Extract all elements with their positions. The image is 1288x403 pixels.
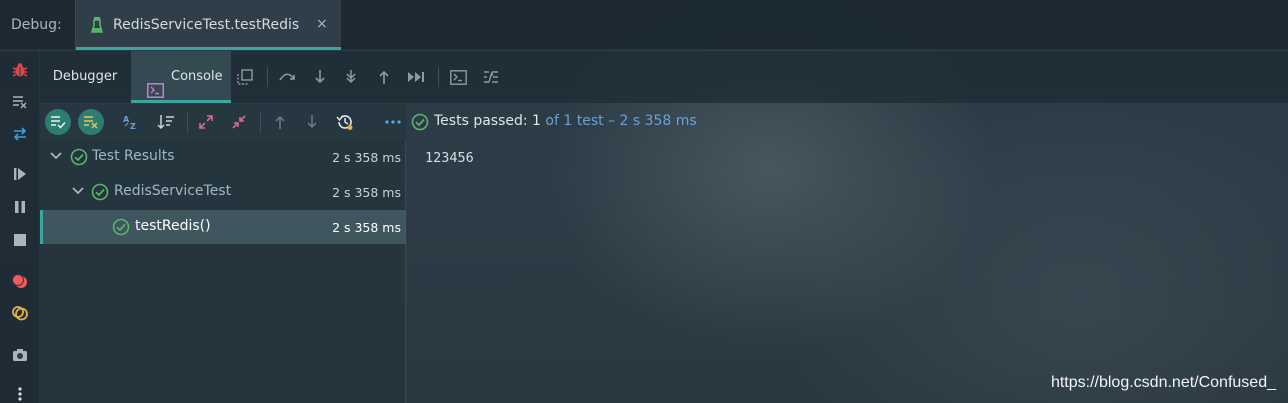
tree-node-suite[interactable]: RedisServiceTest 2 s 358 ms bbox=[40, 175, 406, 209]
debug-tool-window-header: Debug: RedisServiceTest.testRedis × bbox=[0, 0, 1288, 50]
tests-passed-status: Tests passed: 1 of 1 test – 2 s 358 ms bbox=[434, 113, 697, 129]
divider bbox=[187, 112, 188, 132]
camera-icon[interactable] bbox=[11, 346, 29, 364]
tree-node-duration: 2 s 358 ms bbox=[332, 150, 401, 165]
sort-duration-icon[interactable] bbox=[157, 113, 175, 131]
tests-passed-count: 1 bbox=[532, 113, 541, 129]
check-circle-icon bbox=[112, 218, 130, 236]
tests-duration: – 2 s 358 ms bbox=[608, 113, 697, 129]
tab-console-label: Console bbox=[171, 69, 223, 84]
left-debug-toolbar bbox=[0, 51, 40, 403]
run-config-tab-title: RedisServiceTest.testRedis bbox=[113, 17, 300, 33]
run-to-cursor-icon[interactable] bbox=[407, 68, 425, 86]
tree-node-label: RedisServiceTest bbox=[114, 183, 232, 199]
test-history-icon[interactable] bbox=[336, 113, 354, 131]
bug-icon[interactable] bbox=[11, 61, 29, 79]
divider bbox=[438, 67, 439, 87]
chevron-down-icon[interactable] bbox=[71, 184, 85, 198]
svg-text:A: A bbox=[123, 115, 130, 124]
sort-alpha-icon[interactable]: AZ bbox=[122, 113, 140, 131]
stop-icon[interactable] bbox=[11, 231, 29, 249]
force-step-into-icon[interactable] bbox=[342, 68, 360, 86]
tree-node-label: testRedis() bbox=[135, 218, 211, 234]
run-config-tab[interactable]: RedisServiceTest.testRedis × bbox=[76, 0, 341, 50]
next-failed-icon[interactable] bbox=[303, 113, 321, 131]
check-circle-icon bbox=[91, 183, 109, 201]
check-circle-icon bbox=[70, 148, 88, 166]
console-output[interactable]: 123456 bbox=[425, 150, 474, 166]
show-ignored-icon[interactable] bbox=[78, 109, 104, 135]
svg-text:Z: Z bbox=[130, 122, 136, 130]
view-breakpoints-icon[interactable] bbox=[11, 272, 29, 290]
test-tree-toolbar: AZ bbox=[40, 104, 406, 140]
step-over-icon[interactable] bbox=[278, 68, 296, 86]
divider bbox=[260, 112, 261, 132]
tree-node-duration: 2 s 358 ms bbox=[332, 220, 401, 235]
flask-icon bbox=[90, 16, 104, 38]
trace-icon[interactable] bbox=[482, 68, 500, 86]
debug-label: Debug: bbox=[11, 17, 62, 33]
rerun-swap-icon[interactable] bbox=[11, 125, 29, 143]
show-passed-icon[interactable] bbox=[45, 109, 71, 135]
chevron-down-icon[interactable] bbox=[49, 149, 63, 163]
step-into-icon[interactable] bbox=[311, 68, 329, 86]
collapse-all-icon[interactable] bbox=[230, 113, 248, 131]
evaluate-expression-icon[interactable] bbox=[449, 68, 467, 86]
clear-list-icon[interactable] bbox=[11, 93, 29, 111]
close-icon[interactable]: × bbox=[316, 16, 328, 32]
watermark-url: https://blog.csdn.net/Confused_ bbox=[1050, 374, 1276, 391]
tests-passed-label: Tests passed: bbox=[434, 113, 528, 129]
tests-total: of 1 test bbox=[545, 113, 604, 129]
tree-node-test-results[interactable]: Test Results 2 s 358 ms bbox=[40, 140, 406, 174]
restore-layout-icon[interactable] bbox=[236, 68, 254, 86]
step-out-icon[interactable] bbox=[375, 68, 393, 86]
test-results-tree: Test Results 2 s 358 ms RedisServiceTest… bbox=[40, 140, 406, 403]
resume-icon[interactable] bbox=[11, 165, 29, 183]
tree-node-test-method[interactable]: testRedis() 2 s 358 ms bbox=[40, 210, 406, 244]
tree-node-duration: 2 s 358 ms bbox=[332, 185, 401, 200]
pause-icon[interactable] bbox=[11, 198, 29, 216]
more-horizontal-icon[interactable] bbox=[384, 113, 402, 131]
expand-all-icon[interactable] bbox=[197, 113, 215, 131]
tab-debugger[interactable]: Debugger bbox=[40, 51, 130, 103]
divider bbox=[267, 67, 268, 87]
check-circle-icon bbox=[411, 113, 429, 131]
prev-failed-icon[interactable] bbox=[271, 113, 289, 131]
tree-node-label: Test Results bbox=[92, 148, 175, 164]
tab-console[interactable]: Console bbox=[131, 51, 231, 103]
test-status-bar: Tests passed: 1 of 1 test – 2 s 358 ms bbox=[407, 104, 1288, 140]
debug-toolbar: Debugger Console bbox=[40, 51, 1288, 103]
more-vertical-icon[interactable] bbox=[11, 385, 29, 403]
mute-breakpoints-icon[interactable] bbox=[11, 304, 29, 322]
